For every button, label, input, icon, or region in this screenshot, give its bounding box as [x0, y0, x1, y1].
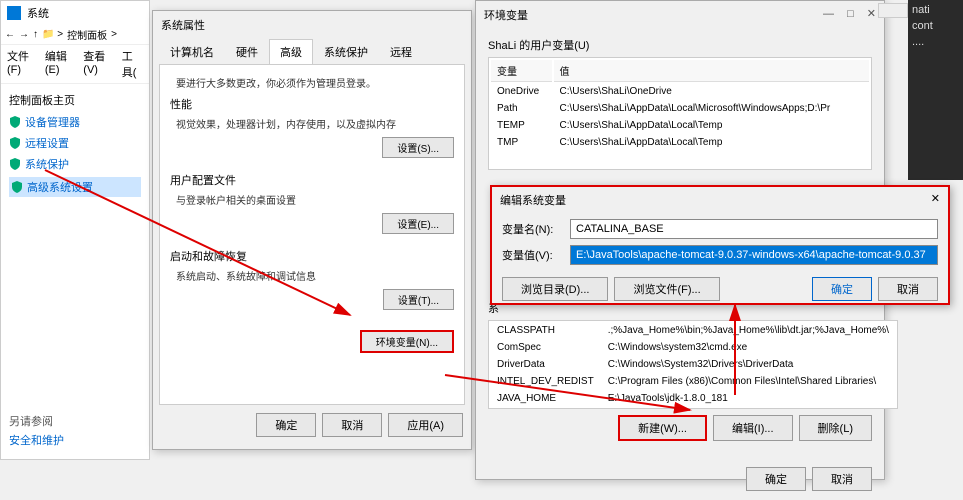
var-name-input[interactable] — [570, 219, 938, 239]
edit-button[interactable]: 编辑(I)... — [713, 415, 793, 441]
delete-button[interactable]: 删除(L) — [799, 415, 872, 441]
table-row: OneDriveC:\Users\ShaLi\OneDrive — [491, 84, 869, 99]
ok-button[interactable]: 确定 — [746, 467, 806, 491]
breadcrumb[interactable]: ← → ↑ 📁 > 控制面板 > — [1, 25, 149, 45]
fwd-icon[interactable]: → — [19, 29, 29, 40]
browse-dir-button[interactable]: 浏览目录(D)... — [502, 277, 608, 301]
env-vars-button[interactable]: 环境变量(N)... — [360, 330, 454, 353]
dialog-title: 编辑系统变量 — [500, 192, 566, 208]
system-control-panel-window: 系统 ← → ↑ 📁 > 控制面板 > 文件(F) 编辑(E) 查看(V) 工具… — [0, 0, 150, 460]
system-icon — [7, 6, 21, 20]
shield-icon — [9, 116, 21, 128]
bg-tab — [878, 3, 908, 18]
up-icon[interactable]: ↑ — [33, 29, 38, 40]
maximize-icon[interactable]: □ — [847, 8, 854, 20]
tab-protection[interactable]: 系统保护 — [313, 39, 379, 64]
shield-icon — [11, 181, 23, 193]
var-value-input[interactable] — [570, 245, 938, 265]
cancel-button[interactable]: 取消 — [812, 467, 872, 491]
tab-remote[interactable]: 远程 — [379, 39, 423, 64]
var-value-label: 变量值(V): — [502, 247, 562, 263]
system-properties-window: 系统属性 计算机名 硬件 高级 系统保护 远程 要进行大多数更改，你必须作为管理… — [152, 10, 472, 450]
table-row: PathC:\Users\ShaLi\AppData\Local\Microso… — [491, 101, 869, 116]
user-vars-label: ShaLi 的用户变量(U) — [488, 37, 872, 53]
admin-note: 要进行大多数更改，你必须作为管理员登录。 — [176, 75, 454, 90]
table-row: TEMPC:\Users\ShaLi\AppData\Local\Temp — [491, 118, 869, 133]
bg-ide-window: naticont.... — [908, 0, 963, 180]
table-row: CLASSPATH.;%Java_Home%\bin;%Java_Home%\l… — [491, 323, 895, 338]
ok-button[interactable]: 确定 — [812, 277, 872, 301]
menu-bar[interactable]: 文件(F) 编辑(E) 查看(V) 工具( — [1, 45, 149, 84]
profile-settings-button[interactable]: 设置(E)... — [382, 213, 454, 234]
table-row: ComSpecC:\Windows\system32\cmd.exe — [491, 340, 895, 355]
browse-file-button[interactable]: 浏览文件(F)... — [614, 277, 719, 301]
sidebar-link-device-manager[interactable]: 设备管理器 — [9, 114, 141, 130]
var-name-label: 变量名(N): — [502, 221, 562, 237]
shield-icon — [9, 137, 21, 149]
sidebar-link-remote[interactable]: 远程设置 — [9, 135, 141, 151]
tab-advanced[interactable]: 高级 — [269, 39, 313, 64]
back-icon[interactable]: ← — [5, 29, 15, 40]
table-row: JAVA_HOMEE:\JavaTools\jdk-1.8.0_181 — [491, 391, 895, 406]
ok-button[interactable]: 确定 — [256, 413, 316, 437]
page-title: 控制面板主页 — [9, 92, 141, 108]
table-row: TMPC:\Users\ShaLi\AppData\Local\Temp — [491, 135, 869, 150]
minimize-icon[interactable]: — — [823, 8, 834, 20]
edit-var-dialog: 编辑系统变量 ✕ 变量名(N): 变量值(V): 浏览目录(D)... 浏览文件… — [490, 185, 950, 305]
tab-hardware[interactable]: 硬件 — [225, 39, 269, 64]
sidebar-link-advanced[interactable]: 高级系统设置 — [9, 177, 141, 197]
window-title: 系统属性 — [153, 11, 471, 39]
new-button[interactable]: 新建(W)... — [618, 415, 707, 441]
see-also-label: 另请参阅 — [9, 413, 64, 429]
cancel-button[interactable]: 取消 — [878, 277, 938, 301]
user-vars-table[interactable]: 变量值 OneDriveC:\Users\ShaLi\OneDrive Path… — [488, 57, 872, 170]
apply-button[interactable]: 应用(A) — [388, 413, 463, 437]
table-row: DriverDataC:\Windows\System32\Drivers\Dr… — [491, 357, 895, 372]
sidebar-link-protection[interactable]: 系统保护 — [9, 156, 141, 172]
cancel-button[interactable]: 取消 — [322, 413, 382, 437]
close-icon[interactable]: ✕ — [867, 8, 876, 20]
shield-icon — [9, 158, 21, 170]
window-title: 系统 — [27, 5, 49, 21]
security-link[interactable]: 安全和维护 — [9, 432, 64, 448]
tab-bar: 计算机名 硬件 高级 系统保护 远程 — [159, 39, 465, 65]
tab-computer-name[interactable]: 计算机名 — [159, 39, 225, 64]
close-icon[interactable]: ✕ — [931, 192, 940, 208]
table-row: INTEL_DEV_REDISTC:\Program Files (x86)\C… — [491, 374, 895, 389]
sys-vars-table[interactable]: CLASSPATH.;%Java_Home%\bin;%Java_Home%\l… — [488, 320, 898, 409]
startup-settings-button[interactable]: 设置(T)... — [383, 289, 454, 310]
performance-settings-button[interactable]: 设置(S)... — [382, 137, 454, 158]
window-title: 环境变量 — [484, 7, 528, 23]
